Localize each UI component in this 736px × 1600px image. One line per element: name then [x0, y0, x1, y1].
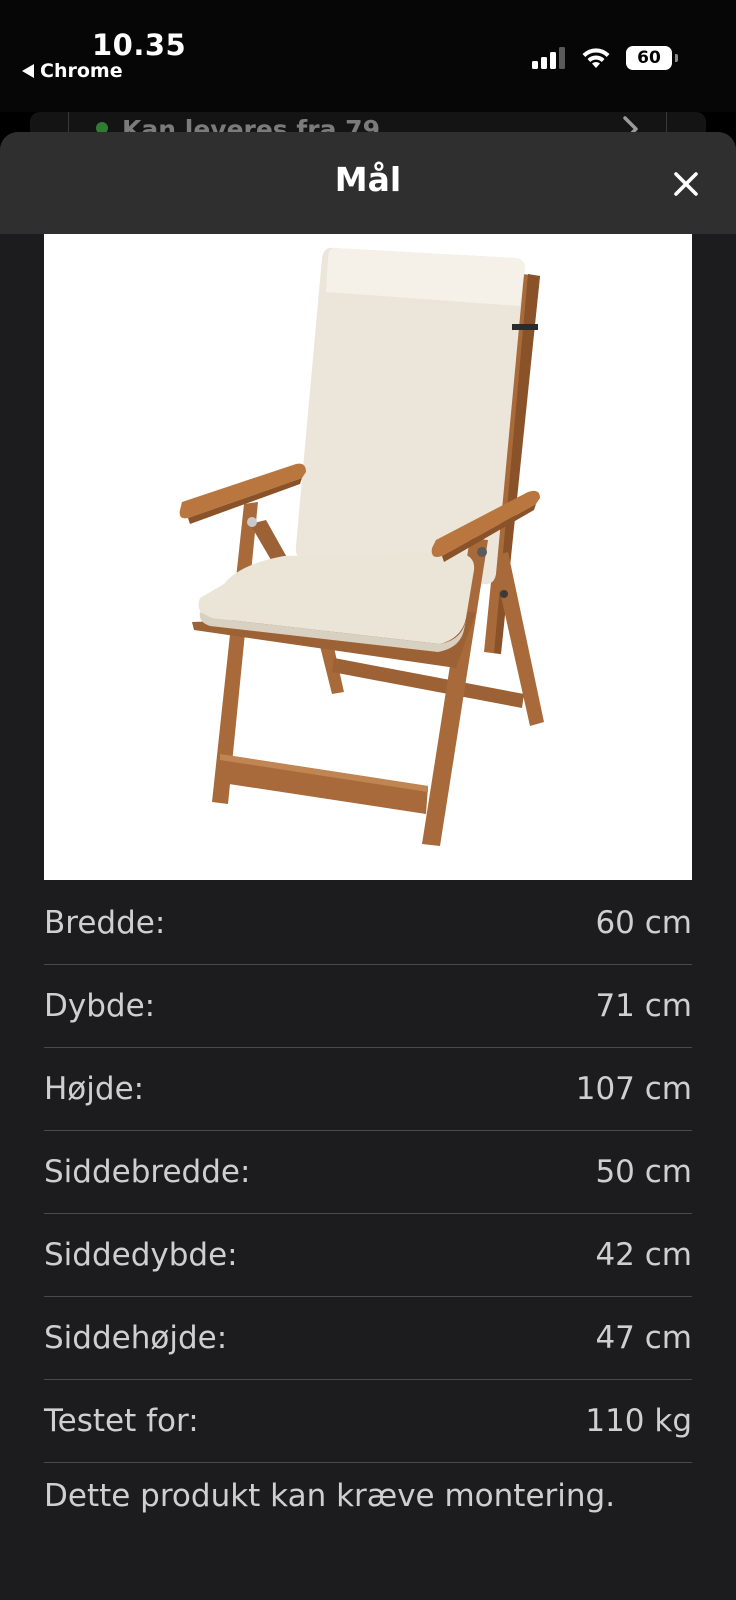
- dimension-value: 42 cm: [595, 1236, 692, 1273]
- sheet-header: Mål: [0, 132, 736, 234]
- dimension-label: Siddehøjde:: [44, 1319, 228, 1356]
- dimension-label: Testet for:: [44, 1402, 199, 1439]
- screen: 10.35 Chrome 60 Kan leveres fra 79 Mål B…: [0, 0, 736, 1600]
- product-image: [44, 234, 692, 880]
- dimensions-sheet: Mål Bredde: 60 cm Dybde: 71 cm Højde: 10…: [0, 132, 736, 1600]
- dimension-row-tested-for: Testet for: 110 kg: [44, 1380, 692, 1463]
- wifi-icon: [582, 48, 610, 68]
- assembly-note: Dette produkt kan kræve montering.: [44, 1478, 616, 1514]
- cellular-signal-icon: [532, 47, 565, 69]
- dimension-value: 60 cm: [595, 904, 692, 941]
- close-button[interactable]: [664, 162, 708, 206]
- dimension-label: Dybde:: [44, 987, 156, 1024]
- back-to-app-link[interactable]: Chrome: [22, 60, 123, 82]
- dimension-label: Siddedybde:: [44, 1236, 238, 1273]
- status-bar: 10.35 Chrome 60: [0, 0, 736, 112]
- dimension-row-height: Højde: 107 cm: [44, 1048, 692, 1131]
- dimension-row-depth: Dybde: 71 cm: [44, 965, 692, 1048]
- dimension-row-seat-height: Siddehøjde: 47 cm: [44, 1297, 692, 1380]
- dimension-row-width: Bredde: 60 cm: [44, 882, 692, 965]
- battery-level: 60: [637, 48, 661, 68]
- back-triangle-icon: [22, 64, 34, 78]
- back-app-label: Chrome: [40, 60, 123, 82]
- close-icon: [674, 172, 698, 196]
- status-time: 10.35: [92, 28, 187, 62]
- garden-chair-illustration: [179, 247, 544, 846]
- dimension-value: 47 cm: [595, 1319, 692, 1356]
- dimension-value: 107 cm: [575, 1070, 692, 1107]
- dimension-label: Siddebredde:: [44, 1153, 251, 1190]
- dimension-value: 71 cm: [595, 987, 692, 1024]
- dimension-value: 50 cm: [595, 1153, 692, 1190]
- chevron-right-icon: [620, 112, 642, 132]
- dimension-value: 110 kg: [585, 1402, 692, 1439]
- dimension-label: Højde:: [44, 1070, 145, 1107]
- dimension-label: Bredde:: [44, 904, 166, 941]
- dimension-row-seat-depth: Siddedybde: 42 cm: [44, 1214, 692, 1297]
- sheet-title: Mål: [334, 160, 402, 199]
- delivery-availability-text: Kan leveres fra 79: [122, 115, 380, 132]
- status-icons: 60: [532, 46, 678, 70]
- battery-indicator: 60: [626, 46, 678, 70]
- dimension-row-seat-width: Siddebredde: 50 cm: [44, 1131, 692, 1214]
- dimensions-list: Bredde: 60 cm Dybde: 71 cm Højde: 107 cm…: [44, 882, 692, 1463]
